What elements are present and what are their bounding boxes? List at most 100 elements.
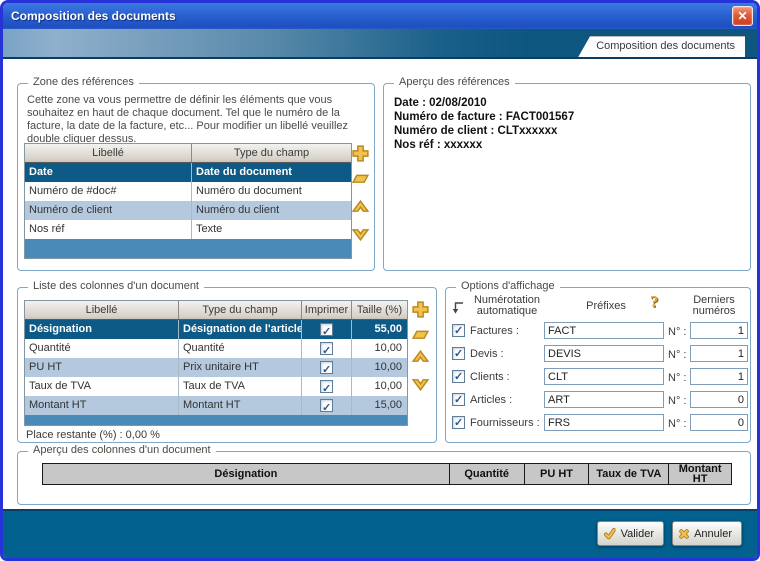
table-row[interactable]: Numéro de #doc# Numéro du document (25, 182, 351, 201)
tab-composition-des-documents[interactable]: Composition des documents (578, 36, 745, 57)
factures-checkbox check-icon[interactable] (452, 324, 465, 337)
move-down-button down-chevron-icon[interactable] (351, 224, 370, 243)
col-header-taille: Taille (%) (351, 301, 407, 319)
devis-label: Devis : (470, 348, 504, 360)
table-filler (25, 415, 407, 425)
preview-line-numero-client: Numéro de client : CLTxxxxxx (394, 125, 558, 137)
devis-prefix-input[interactable] (544, 345, 664, 362)
cell-libelle: Numéro de #doc# (29, 185, 117, 197)
references-table: Libellé Type du champ Date Date du docum… (24, 143, 352, 259)
cell-libelle: Taux de TVA (29, 380, 91, 392)
articles-prefix-input[interactable] (544, 391, 664, 408)
print-checkbox check-icon[interactable] (320, 323, 333, 339)
preview-line-numero-facture: Numéro de facture : FACT001567 (394, 111, 575, 123)
preview-col-montant-ht: Montant HT (668, 464, 731, 484)
clients-checkbox check-icon[interactable] (452, 370, 465, 383)
group-apercu-colonnes: Aperçu des colonnes d'un document Désign… (17, 444, 751, 505)
print-checkbox check-icon[interactable] (320, 361, 333, 377)
factures-prefix-input[interactable] (544, 322, 664, 339)
composition-documents-dialog: Composition des documents ✕ Composition … (0, 0, 760, 561)
group-zone-references: Zone des références Cette zone va vous p… (17, 76, 375, 271)
references-table-header: Libellé Type du champ (25, 144, 351, 163)
table-row[interactable]: Taux de TVA Taux de TVA 10,00 (25, 377, 407, 396)
cell-imprimer (301, 339, 351, 358)
print-checkbox check-icon[interactable] (320, 342, 333, 358)
move-column-up-button up-chevron-icon[interactable] (411, 348, 430, 367)
corner-arrow-icon (452, 301, 464, 315)
cross-icon (679, 526, 689, 542)
annuler-button[interactable]: Annuler (672, 521, 742, 546)
col-header-type-du-champ: Type du champ (178, 301, 301, 319)
preview-line-nos-ref: Nos réf : xxxxxx (394, 139, 483, 151)
articles-number-input[interactable] (690, 391, 748, 408)
columns-preview-header: Désignation Quantité PU HT Taux de TVA M… (42, 463, 732, 485)
devis-checkbox check-icon[interactable] (452, 347, 465, 360)
preview-line-date: Date : 02/08/2010 (394, 97, 487, 109)
numero-label: N° : (668, 418, 687, 430)
factures-label: Factures : (470, 325, 519, 337)
header-numerotation-automatique: Numérotation automatique (473, 294, 541, 317)
cell-libelle: Numéro de client (29, 204, 113, 216)
print-checkbox check-icon[interactable] (320, 399, 333, 415)
references-preview: Date : 02/08/2010 Numéro de facture : FA… (394, 96, 574, 152)
remove-row-button minus-icon[interactable] (351, 172, 370, 185)
header-prefixes: Préfixes (586, 300, 626, 312)
cell-imprimer (301, 377, 351, 396)
group-zone-references-title: Zone des références (28, 76, 139, 88)
table-row[interactable]: PU HT Prix unitaire HT 10,00 (25, 358, 407, 377)
banner: Composition des documents (3, 29, 757, 59)
close-button[interactable]: ✕ (732, 6, 753, 26)
col-header-type-du-champ: Type du champ (191, 144, 351, 162)
group-apercu-references: Aperçu des références Date : 02/08/2010 … (383, 76, 751, 271)
cell-type: Quantité (178, 339, 301, 358)
remove-column-button minus-icon[interactable] (411, 328, 430, 341)
cell-type: Prix unitaire HT (178, 358, 301, 377)
cell-libelle: Montant HT (29, 399, 87, 411)
fournisseurs-prefix-input[interactable] (544, 414, 664, 431)
table-row[interactable]: Quantité Quantité 10,00 (25, 339, 407, 358)
cell-type: Numéro du client (191, 201, 351, 220)
group-options-affichage-title: Options d'affichage (456, 280, 560, 292)
col-header-imprimer: Imprimer (301, 301, 351, 319)
move-up-button up-chevron-icon[interactable] (351, 198, 370, 217)
cell-libelle: Désignation (29, 323, 92, 335)
help-icon[interactable]: ? (650, 292, 659, 312)
cell-type: Montant HT (178, 396, 301, 415)
col-header-libelle: Libellé (85, 304, 118, 316)
print-checkbox check-icon[interactable] (320, 380, 333, 396)
articles-label: Articles : (470, 394, 513, 406)
numero-label: N° : (668, 395, 687, 407)
group-apercu-references-title: Aperçu des références (394, 76, 515, 88)
cell-taille: 10,00 (351, 358, 407, 377)
factures-number-input[interactable] (690, 322, 748, 339)
add-row-button plus-icon[interactable] (351, 144, 370, 163)
cell-type: Numéro du document (191, 182, 351, 201)
cell-libelle: Quantité (29, 342, 71, 354)
preview-col-designation: Désignation (214, 468, 278, 480)
header-derniers-numeros: Derniers numéros (692, 294, 736, 317)
group-liste-colonnes-title: Liste des colonnes d'un document (28, 280, 204, 292)
table-row[interactable]: Désignation Désignation de l'article 55,… (25, 320, 407, 339)
annuler-label: Annuler (694, 527, 732, 540)
add-column-button plus-icon[interactable] (411, 300, 430, 319)
clients-number-input[interactable] (690, 368, 748, 385)
table-row[interactable]: Numéro de client Numéro du client (25, 201, 351, 220)
group-apercu-colonnes-title: Aperçu des colonnes d'un document (28, 444, 216, 456)
zone-references-description: Cette zone va vous permettre de définir … (27, 94, 349, 145)
valider-button[interactable]: Valider (597, 521, 664, 546)
fournisseurs-number-input[interactable] (690, 414, 748, 431)
group-liste-colonnes: Liste des colonnes d'un document Libellé… (17, 280, 437, 443)
cell-taille: 10,00 (351, 377, 407, 396)
table-row[interactable]: Nos réf Texte (25, 220, 351, 239)
fournisseurs-label: Fournisseurs : (470, 417, 540, 429)
clients-prefix-input[interactable] (544, 368, 664, 385)
table-row[interactable]: Date Date du document (25, 163, 351, 182)
valider-label: Valider (620, 527, 654, 540)
cell-libelle: PU HT (29, 361, 62, 373)
columns-table-header: Libellé Type du champ Imprimer Taille (%… (25, 301, 407, 320)
articles-checkbox check-icon[interactable] (452, 393, 465, 406)
devis-number-input[interactable] (690, 345, 748, 362)
fournisseurs-checkbox check-icon[interactable] (452, 416, 465, 429)
move-column-down-button down-chevron-icon[interactable] (411, 374, 430, 393)
table-row[interactable]: Montant HT Montant HT 15,00 (25, 396, 407, 415)
